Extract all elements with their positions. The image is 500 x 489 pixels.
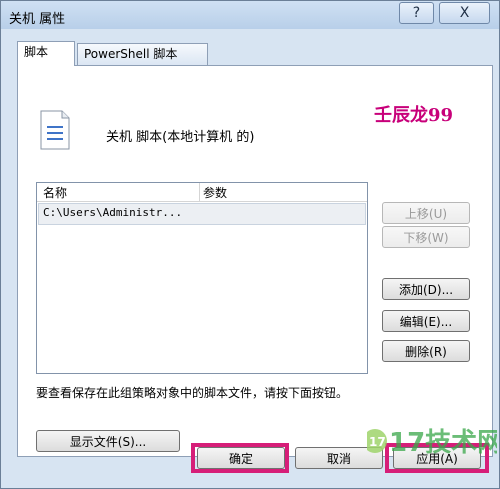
help-button[interactable]: ? <box>399 2 434 24</box>
column-name-header[interactable]: 名称 <box>43 184 67 201</box>
close-button[interactable]: X <box>439 2 490 24</box>
show-files-note: 要查看保存在此组策略对象中的脚本文件，请按下面按钮。 <box>36 386 349 400</box>
tab-powershell-scripts[interactable]: PowerShell 脚本 <box>77 43 208 65</box>
tab-scripts[interactable]: 脚本 <box>17 41 75 66</box>
column-separator[interactable] <box>199 183 200 201</box>
remove-button[interactable]: 删除(R) <box>382 340 470 362</box>
script-path: C:\Users\Administr... <box>43 206 183 219</box>
title-bar: 关机 属性 ? X <box>1 1 499 29</box>
list-header: 名称 参数 <box>37 183 367 202</box>
scripts-list[interactable]: 名称 参数 C:\Users\Administr... <box>36 182 368 374</box>
show-files-button[interactable]: 显示文件(S)... <box>36 430 180 452</box>
logo-text: 17技术网 <box>389 428 497 458</box>
watermark-text: 壬辰龙99 <box>374 105 454 126</box>
ok-highlight-box <box>191 443 289 473</box>
window-title: 关机 属性 <box>9 12 66 27</box>
scripts-heading: 关机 脚本(本地计算机 的) <box>106 130 255 145</box>
script-file-icon <box>40 110 70 150</box>
svg-text:17: 17 <box>369 435 386 449</box>
list-item[interactable]: C:\Users\Administr... <box>38 203 366 225</box>
properties-window: 关机 属性 ? X 脚本 PowerShell 脚本 壬辰龙99 关机 脚本(本… <box>0 0 500 489</box>
add-button[interactable]: 添加(D)... <box>382 278 470 300</box>
edit-button[interactable]: 编辑(E)... <box>382 310 470 332</box>
site-logo: 17 17技术网 <box>367 428 497 458</box>
move-up-button[interactable]: 上移(U) <box>382 202 470 224</box>
move-down-button[interactable]: 下移(W) <box>382 226 470 248</box>
column-params-header[interactable]: 参数 <box>203 184 227 201</box>
scripts-panel: 壬辰龙99 关机 脚本(本地计算机 的) 名称 参数 C:\Users\Admi… <box>17 65 493 457</box>
